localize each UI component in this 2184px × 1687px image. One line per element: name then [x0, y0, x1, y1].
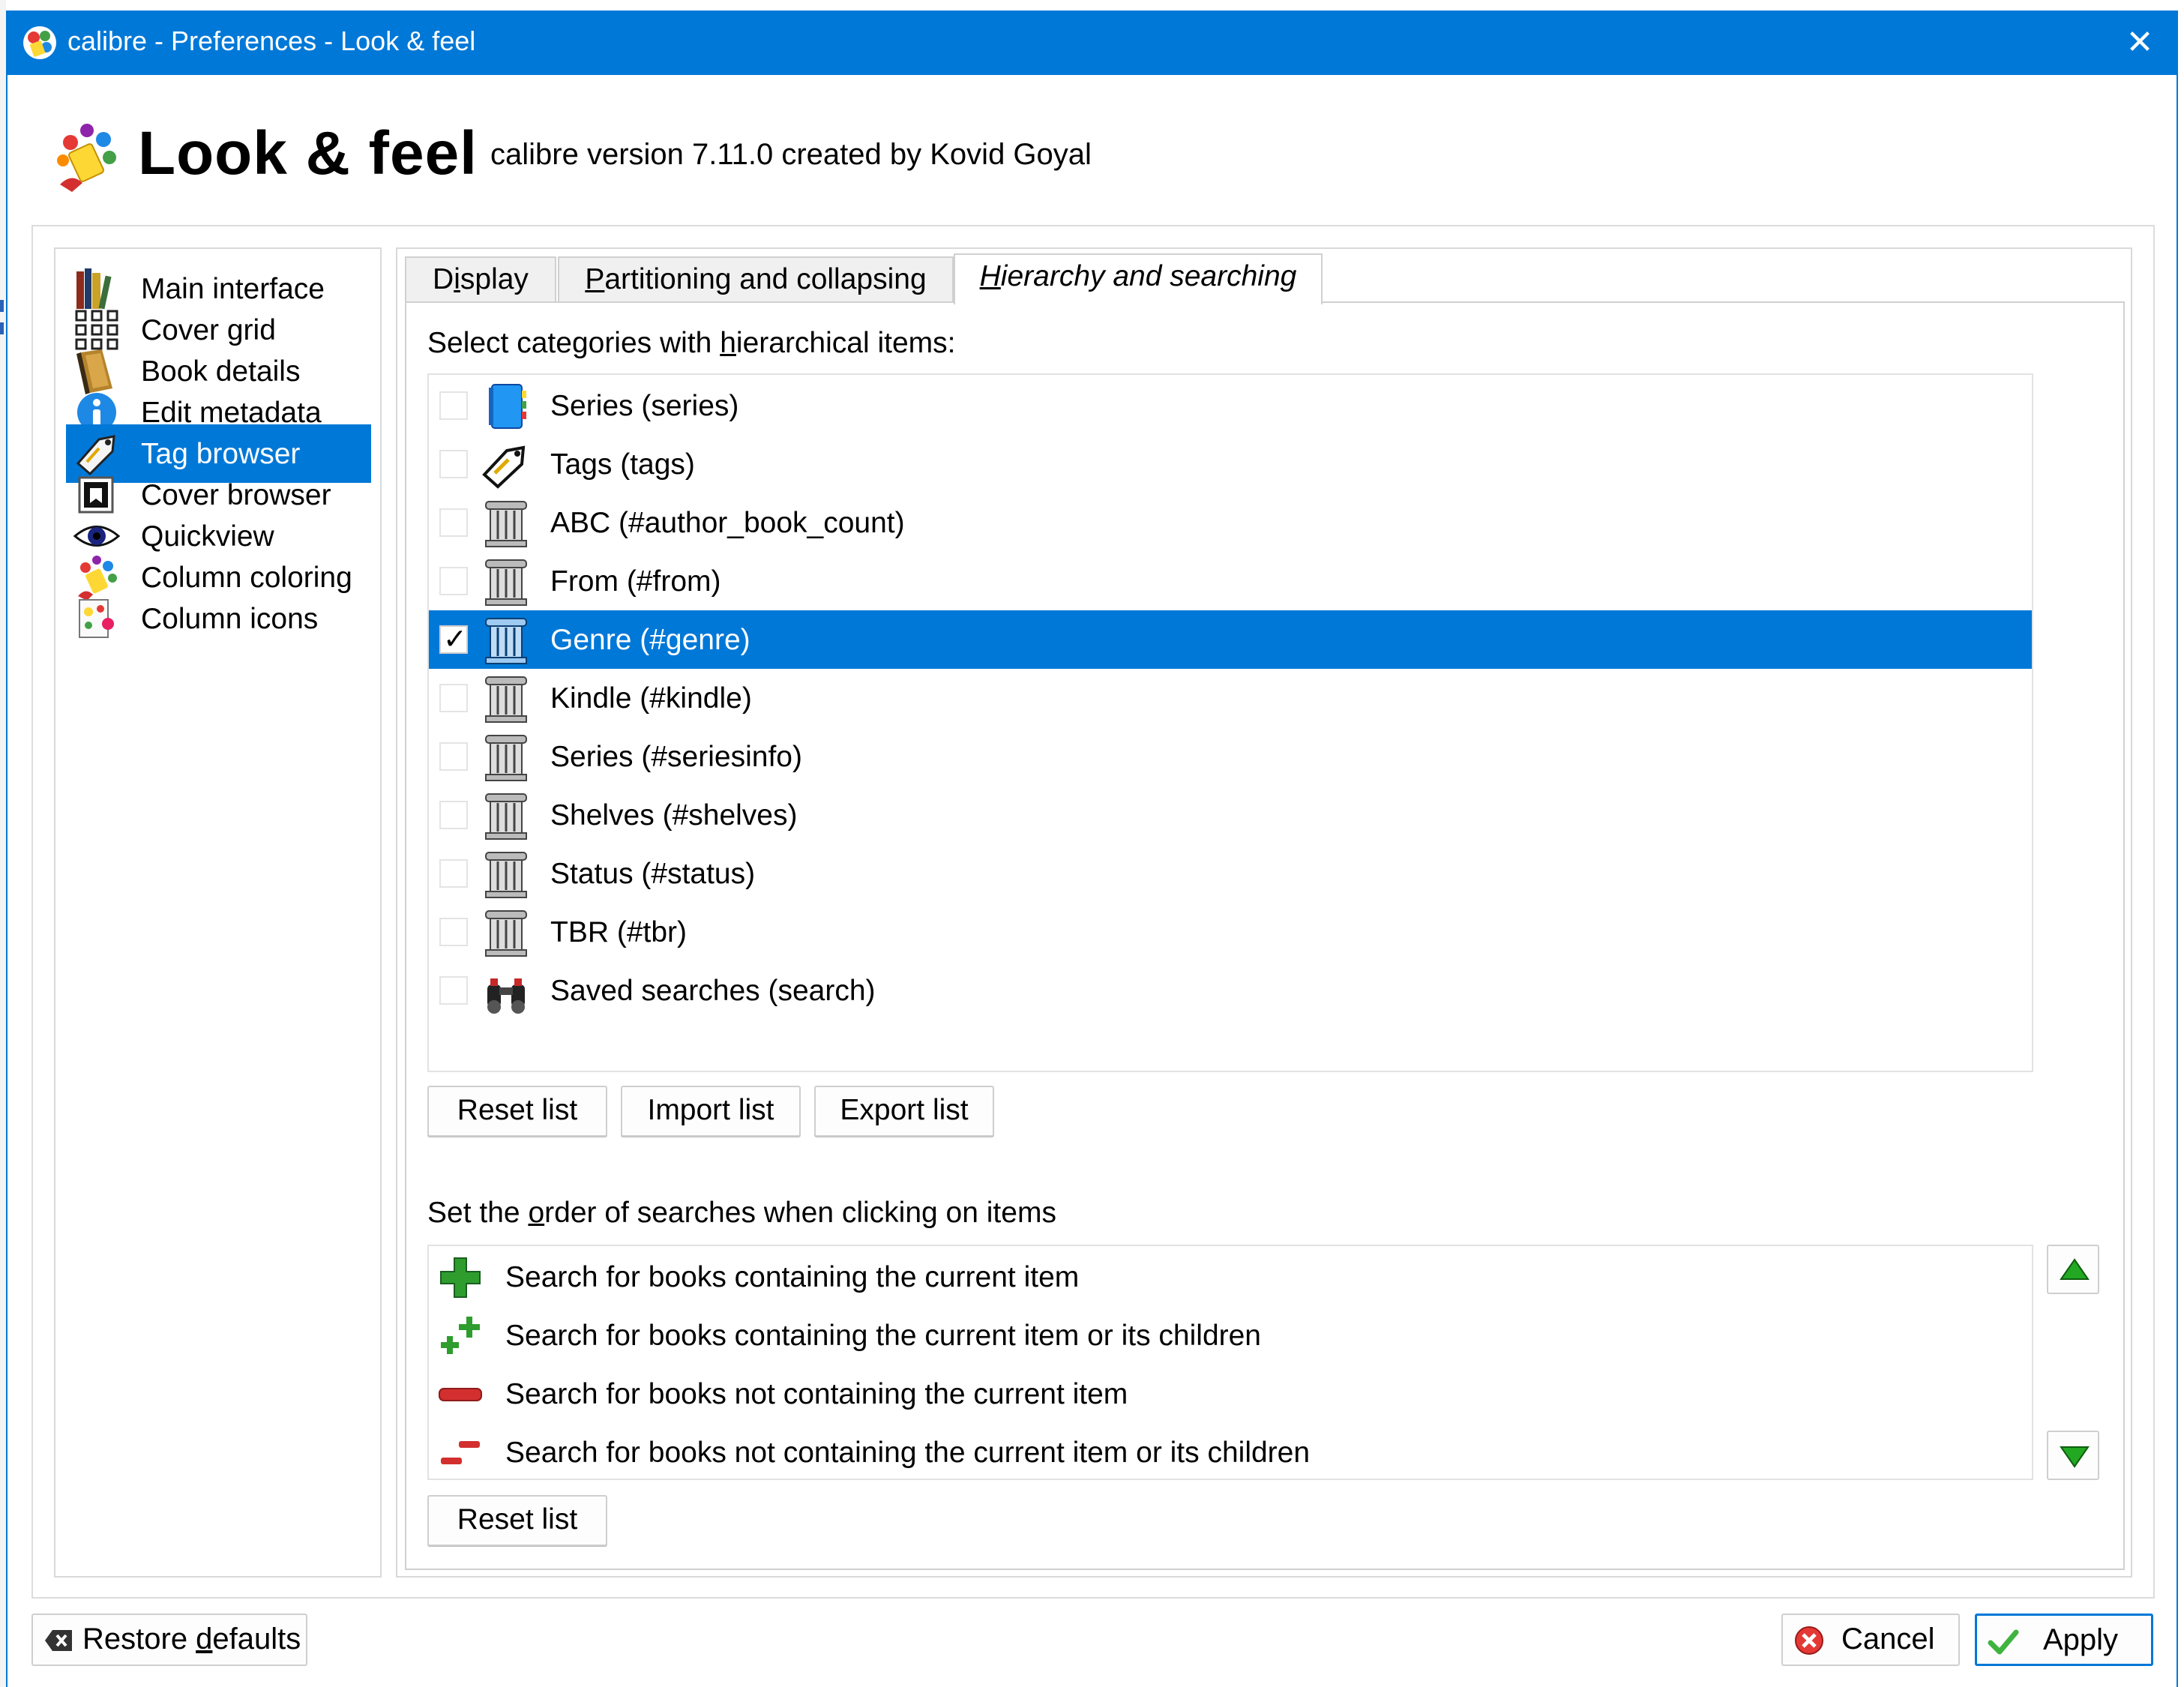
list-item-label: Series (series)	[550, 390, 739, 422]
list-item[interactable]: Search for books not containing the curr…	[429, 1423, 2032, 1479]
plus-icon	[440, 1257, 481, 1298]
column-icon	[485, 910, 527, 957]
column-icons-icon	[79, 599, 114, 638]
close-button[interactable]: ✕	[2115, 18, 2165, 67]
version-label: calibre version 7.11.0 created by Kovid …	[490, 138, 1092, 171]
move-down-button[interactable]	[2047, 1431, 2099, 1480]
list-item[interactable]: Search for books containing the current …	[429, 1306, 2032, 1365]
reset-list-button[interactable]: Reset list	[427, 1086, 607, 1137]
list-item-label: Saved searches (search)	[550, 975, 876, 1007]
list-item[interactable]: Genre (#genre)	[429, 610, 2032, 669]
minus-icon	[439, 1388, 482, 1401]
list-item[interactable]: Series (series)	[429, 376, 2032, 435]
checkbox[interactable]	[439, 567, 468, 595]
checkbox[interactable]	[439, 801, 468, 829]
list-item[interactable]: Kindle (#kindle)	[429, 669, 2032, 727]
binoculars-icon	[487, 978, 525, 1014]
arrow-up-icon	[2060, 1258, 2090, 1280]
list-item[interactable]: From (#from)	[429, 552, 2032, 610]
column-icon	[485, 852, 527, 898]
tab-label: Display	[433, 263, 529, 295]
list-item[interactable]: Series (#seriesinfo)	[429, 727, 2032, 786]
tab-label: Partitioning and collapsing	[585, 263, 927, 295]
move-up-button[interactable]	[2047, 1245, 2099, 1294]
checkbox[interactable]	[439, 684, 468, 712]
hierarchy-label: Select categories with hierarchical item…	[427, 327, 956, 359]
column-icon	[485, 559, 527, 606]
apply-label: Apply	[2043, 1623, 2119, 1656]
list-item-label: Shelves (#shelves)	[550, 799, 798, 832]
list-item[interactable]: Status (#status)	[429, 844, 2032, 903]
sidebar-item-column-icons[interactable]: Column icons	[66, 589, 371, 648]
restore-defaults-label: Restore defaults	[82, 1623, 301, 1656]
checkbox[interactable]	[439, 859, 468, 888]
list-item-label: Search for books not containing the curr…	[505, 1437, 1311, 1469]
look-and-feel-icon	[57, 124, 116, 192]
checkbox[interactable]	[439, 918, 468, 946]
apply-button[interactable]: Apply	[1975, 1614, 2153, 1666]
list-item-label: Search for books not containing the curr…	[505, 1378, 1128, 1410]
tab-partitioning[interactable]: Partitioning and collapsing	[558, 256, 954, 303]
hierarchy-list[interactable]: Series (series) Tags (tags) ABC (#author…	[427, 373, 2033, 1072]
checkbox[interactable]	[439, 742, 468, 771]
list-item-label: Series (#seriesinfo)	[550, 741, 802, 773]
checkmark-icon	[1988, 1629, 2019, 1655]
minus-minus-icon	[441, 1441, 480, 1464]
list-item[interactable]: Search for books not containing the curr…	[429, 1365, 2032, 1423]
window-title: calibre - Preferences - Look & feel	[67, 25, 476, 56]
cancel-icon	[1795, 1626, 1823, 1655]
close-icon: ✕	[2126, 24, 2154, 61]
tab-display[interactable]: Display	[405, 256, 556, 303]
list-item-label: Genre (#genre)	[550, 624, 750, 656]
background-window-edge	[0, 0, 6, 1687]
arrow-down-icon	[2060, 1446, 2090, 1468]
column-icon	[485, 793, 527, 840]
series-icon	[489, 384, 526, 429]
list-item-label: Search for books containing the current …	[505, 1261, 1080, 1293]
cancel-label: Cancel	[1841, 1623, 1935, 1656]
restore-defaults-button[interactable]: Restore defaults	[31, 1614, 307, 1666]
tab-label: Hierarchy and searching	[979, 260, 1297, 292]
list-item-label: From (#from)	[550, 565, 721, 598]
tags-icon	[482, 445, 526, 489]
reset-order-button[interactable]: Reset list	[427, 1495, 607, 1546]
list-item[interactable]: Shelves (#shelves)	[429, 786, 2032, 844]
background-mark	[0, 300, 4, 312]
sidebar-item-label: Column icons	[141, 603, 319, 635]
list-item-label: TBR (#tbr)	[550, 916, 688, 948]
tab-hierarchy[interactable]: Hierarchy and searching	[954, 253, 1323, 304]
column-icon	[485, 735, 527, 781]
checkbox[interactable]	[439, 508, 468, 537]
checkbox[interactable]	[439, 450, 468, 478]
list-item-label: Search for books containing the current …	[505, 1320, 1262, 1352]
list-item[interactable]: Search for books containing the current …	[429, 1248, 2032, 1306]
preferences-sidebar: Main interface Cover grid Book details E…	[54, 247, 382, 1578]
list-item[interactable]: TBR (#tbr)	[429, 903, 2032, 961]
export-list-button[interactable]: Export list	[814, 1086, 994, 1137]
cancel-button[interactable]: Cancel	[1781, 1614, 1960, 1666]
list-item-label: Kindle (#kindle)	[550, 682, 752, 715]
column-icon	[485, 501, 527, 547]
background-mark	[0, 322, 4, 334]
checkbox[interactable]	[439, 622, 468, 655]
checkbox[interactable]	[439, 391, 468, 420]
list-item-label: Status (#status)	[550, 858, 756, 890]
search-order-list[interactable]: Search for books containing the current …	[427, 1245, 2033, 1480]
clear-icon	[45, 1630, 72, 1651]
search-order-label: Set the order of searches when clicking …	[427, 1197, 1056, 1229]
import-list-button[interactable]: Import list	[621, 1086, 801, 1137]
title-bar[interactable]: calibre - Preferences - Look & feel ✕	[6, 10, 2178, 75]
column-icon	[485, 676, 527, 723]
calibre-app-icon	[23, 26, 56, 59]
list-item[interactable]: Tags (tags)	[429, 435, 2032, 493]
list-item-label: ABC (#author_book_count)	[550, 507, 905, 539]
list-item[interactable]: Saved searches (search)	[429, 961, 2032, 1020]
checkbox[interactable]	[439, 976, 468, 1005]
list-item[interactable]: ABC (#author_book_count)	[429, 493, 2032, 552]
page-title: Look & feel	[138, 119, 478, 187]
list-item-label: Tags (tags)	[550, 448, 695, 481]
column-icon	[485, 618, 527, 664]
plus-plus-icon	[441, 1317, 480, 1354]
